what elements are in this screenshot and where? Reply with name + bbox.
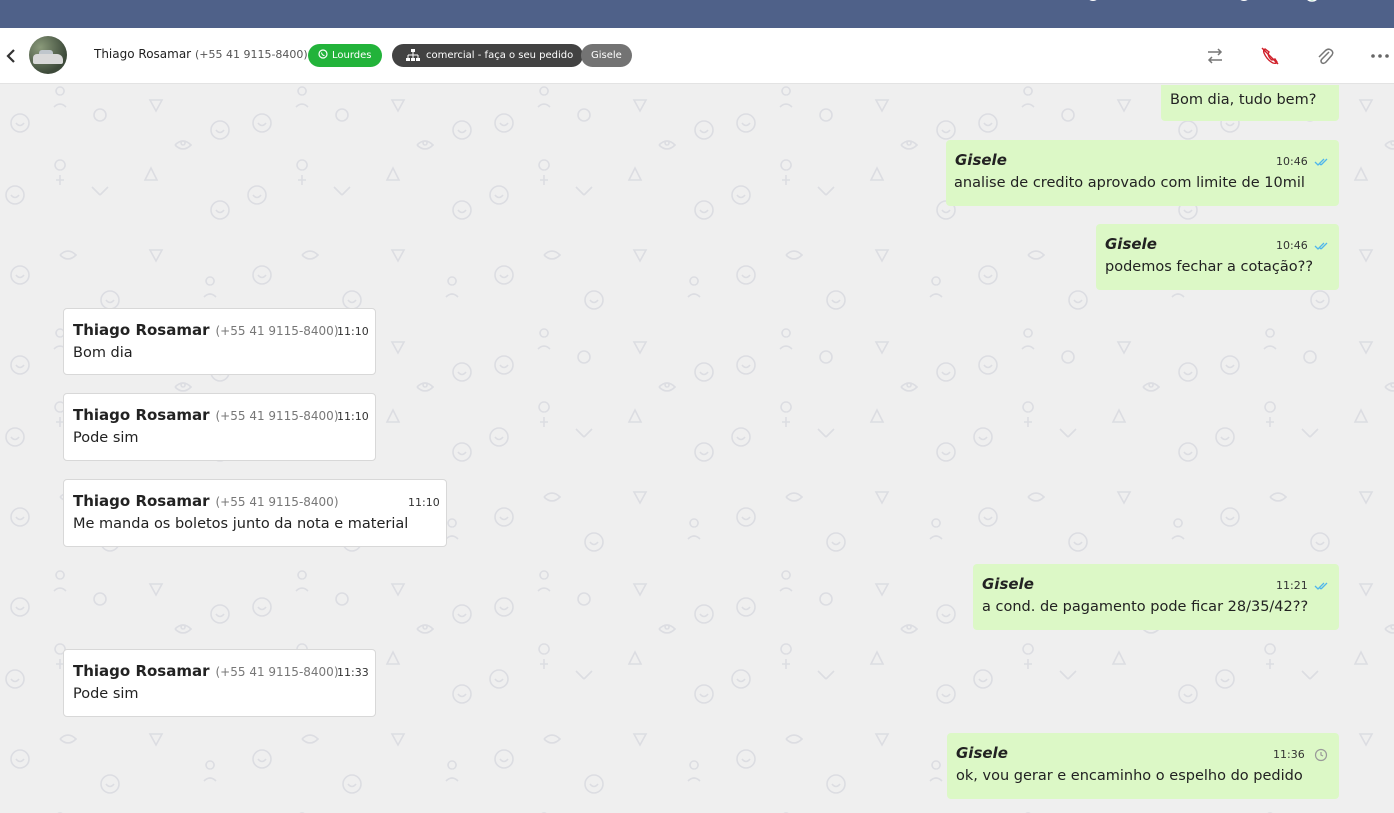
whatsapp-status-icon[interactable]: [1304, 0, 1320, 4]
message-text: podemos fechar a cotação??: [1105, 259, 1314, 275]
message-text: ok, vou gerar e encaminho o espelho do p…: [956, 768, 1303, 784]
read-receipt-icon: [1314, 582, 1328, 590]
transfer-icon[interactable]: [1205, 46, 1225, 66]
message-sender: Thiago Rosamar (+55 41 9115-8400): [73, 406, 339, 424]
document-icon[interactable]: [833, 0, 849, 4]
department-tag[interactable]: comercial - faça o seu pedido: [392, 44, 584, 67]
message-bubble[interactable]: Gisele 10:46 analise de credito aprovado…: [946, 140, 1339, 206]
end-call-icon[interactable]: [1260, 46, 1280, 66]
message-sender: Gisele: [956, 744, 1008, 762]
copy-icon[interactable]: [1019, 0, 1035, 4]
message-bubble[interactable]: Thiago Rosamar (+55 41 9115-8400) 11:10 M…: [63, 479, 447, 547]
message-text: Pode sim: [73, 430, 139, 446]
clipboard-icon[interactable]: [963, 0, 979, 4]
message-text: a cond. de pagamento pode ficar 28/35/42…: [982, 599, 1309, 615]
message-text: Me manda os boletos junto da nota e mate…: [73, 516, 409, 532]
message-text: analise de credito aprovado com limite d…: [954, 175, 1305, 191]
message-text: Bom dia, tudo bem?: [1170, 92, 1317, 108]
read-receipt-icon: [1314, 158, 1328, 166]
message-text: Pode sim: [73, 686, 139, 702]
chat-header: Thiago Rosamar (+55 41 9115-8400) Lourde…: [0, 28, 1394, 84]
message-bubble[interactable]: Thiago Rosamar (+55 41 9115-8400) 11:10 P…: [63, 393, 376, 461]
message-time: 11:10: [337, 410, 369, 423]
pending-clock-icon: [1314, 748, 1328, 762]
message-sender: Thiago Rosamar (+55 41 9115-8400): [73, 662, 339, 680]
more-icon[interactable]: [1370, 46, 1390, 66]
message-time: 11:10: [408, 496, 440, 509]
message-sender: Gisele: [982, 575, 1034, 593]
message-sender-phone: (+55 41 9115-8400): [215, 409, 339, 423]
message-text: Bom dia: [73, 345, 133, 361]
whatsapp-icon: [318, 49, 328, 59]
message-time: 10:46: [1276, 239, 1308, 252]
top-app-bar: [0, 0, 1394, 28]
back-icon[interactable]: [4, 47, 18, 65]
read-receipt-icon: [1314, 242, 1328, 250]
message-bubble[interactable]: Gisele 11:21 a cond. de pagamento pode f…: [973, 564, 1339, 630]
message-time: 10:46: [1276, 155, 1308, 168]
message-bubble[interactable]: Bom dia, tudo bem?: [1161, 85, 1339, 121]
message-sender-phone: (+55 41 9115-8400): [215, 665, 339, 679]
message-bubble[interactable]: Thiago Rosamar (+55 41 9115-8400) 11:10 B…: [63, 308, 376, 375]
message-bubble[interactable]: Thiago Rosamar (+55 41 9115-8400) 11:33 P…: [63, 649, 376, 717]
menu-icon[interactable]: [765, 0, 781, 4]
help-icon[interactable]: [1236, 0, 1252, 4]
message-sender: Thiago Rosamar (+55 41 9115-8400): [73, 321, 339, 339]
message-list[interactable]: Bom dia, tudo bem? Gisele 10:46 analise …: [0, 85, 1394, 813]
contact-name: Thiago Rosamar (+55 41 9115-8400): [94, 47, 308, 61]
settings-icon[interactable]: [1164, 0, 1180, 4]
message-sender-phone: (+55 41 9115-8400): [215, 495, 339, 509]
message-time: 11:10: [337, 325, 369, 338]
message-time: 11:33: [337, 666, 369, 679]
contact-phone: (+55 41 9115-8400): [194, 48, 308, 61]
agent-tag[interactable]: Gisele: [581, 44, 632, 67]
message-bubble[interactable]: Gisele 11:36 ok, vou gerar e encaminho o…: [947, 733, 1339, 799]
message-bubble[interactable]: Gisele 10:46 podemos fechar a cotação??: [1096, 224, 1339, 290]
message-time: 11:21: [1276, 579, 1308, 592]
attachment-icon[interactable]: [1315, 46, 1335, 66]
message-sender: Gisele: [1105, 235, 1157, 253]
clock-icon[interactable]: [1085, 0, 1101, 4]
message-time: 11:36: [1273, 748, 1305, 761]
avatar[interactable]: [29, 36, 67, 74]
message-sender: Gisele: [955, 151, 1007, 169]
pin-icon[interactable]: [897, 0, 913, 4]
message-sender-phone: (+55 41 9115-8400): [215, 324, 339, 338]
online-toggle[interactable]: [1360, 0, 1390, 4]
message-sender: Thiago Rosamar (+55 41 9115-8400): [73, 492, 339, 510]
sitemap-icon: [406, 49, 420, 61]
queue-tag[interactable]: Lourdes: [308, 44, 382, 67]
